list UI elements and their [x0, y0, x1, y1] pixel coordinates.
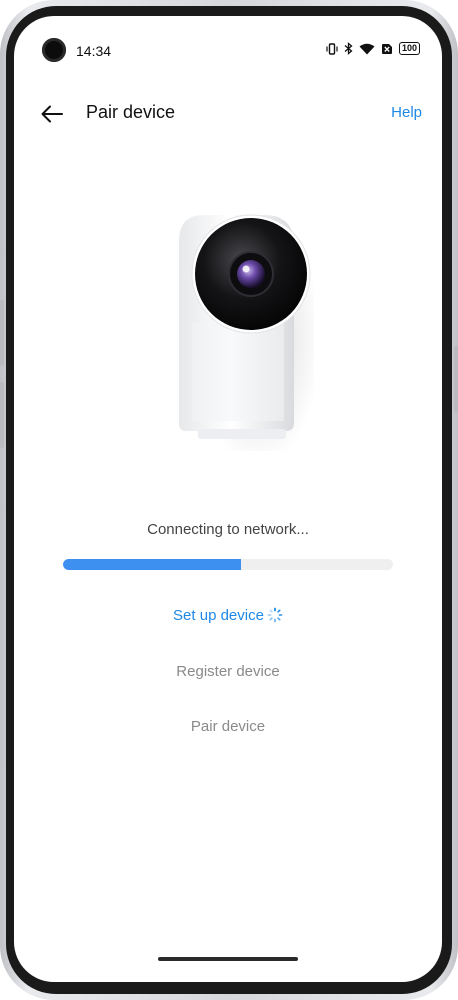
- screen: 14:34 100 Pair device Help Connecting to…: [14, 16, 442, 982]
- front-camera: [42, 38, 66, 62]
- volume-button: [0, 300, 4, 366]
- step-label: Register device: [176, 663, 280, 680]
- step-label: Pair device: [190, 718, 266, 735]
- status-icons: 100: [326, 42, 420, 55]
- progress-bar: [63, 559, 393, 570]
- arrow-left-icon: [41, 105, 63, 123]
- step-set-up-device: Set up device: [14, 607, 442, 624]
- app-bar: Pair device Help: [14, 92, 442, 136]
- volume-button-lower: [0, 382, 4, 448]
- step-label: Set up device: [173, 607, 264, 624]
- help-link[interactable]: Help: [391, 104, 422, 121]
- bluetooth-icon: [344, 42, 353, 55]
- power-button: [454, 346, 458, 412]
- back-button[interactable]: [38, 100, 66, 128]
- phone-frame: 14:34 100 Pair device Help Connecting to…: [0, 0, 458, 1000]
- camera-device-image: [154, 191, 322, 467]
- step-register-device: Register device: [14, 663, 442, 680]
- connection-status-text: Connecting to network...: [147, 521, 309, 538]
- wifi-icon: [359, 43, 375, 54]
- battery-icon: 100: [398, 42, 420, 55]
- sim-off-icon: [381, 43, 392, 54]
- status-time: 14:34: [76, 43, 112, 59]
- page-title: Pair device: [86, 102, 176, 122]
- status-bar: 14:34 100: [14, 16, 442, 80]
- progress-bar-fill: [63, 559, 242, 570]
- loading-spinner-icon: [267, 607, 283, 623]
- step-pair-device: Pair device: [14, 718, 442, 735]
- home-indicator[interactable]: [158, 957, 298, 961]
- vibrate-icon: [326, 42, 338, 55]
